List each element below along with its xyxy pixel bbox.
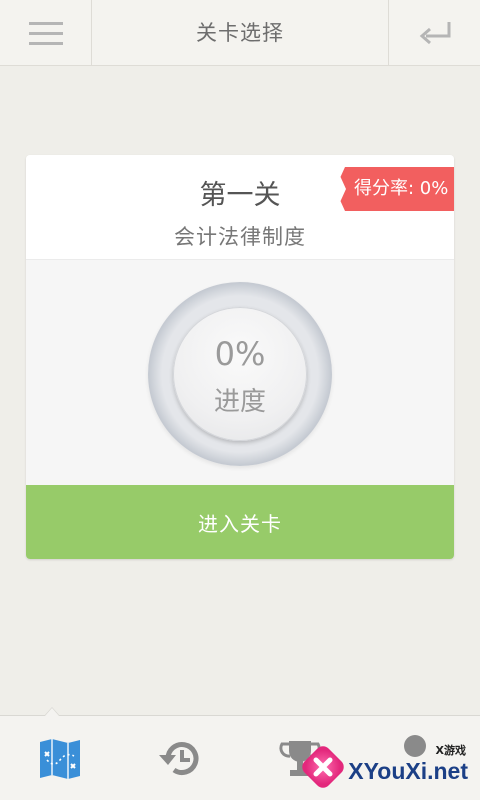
tab-history[interactable]: [120, 716, 240, 800]
tab-map[interactable]: [0, 716, 120, 800]
score-rate-label: 得分率: 0%: [354, 178, 449, 199]
progress-dial-inner: 0% 进度: [173, 307, 307, 441]
back-button[interactable]: [388, 0, 480, 66]
return-arrow-icon: [419, 22, 450, 45]
top-bar: 关卡选择: [0, 0, 480, 66]
level-card: 第一关 会计法律制度 得分率: 0% 0% 进度 进入关卡: [26, 155, 454, 559]
watermark-logo-icon: [302, 746, 344, 788]
active-tab-indicator: [44, 707, 60, 716]
level-subtitle: 会计法律制度: [174, 225, 306, 249]
map-icon: [40, 738, 80, 779]
score-rate-badge: 得分率: 0%: [335, 167, 454, 211]
watermark-url-text: XYouXi.net: [348, 758, 468, 784]
progress-label: 进度: [213, 387, 266, 417]
history-clock-icon: [159, 741, 199, 775]
progress-value: 0%: [214, 335, 266, 373]
level-card-header: 第一关 会计法律制度 得分率: 0%: [26, 155, 454, 260]
site-watermark: X游戏 XYouXi.net: [300, 728, 480, 796]
progress-dial: 0% 进度: [148, 282, 332, 466]
enter-level-button[interactable]: 进入关卡: [26, 485, 454, 559]
page-title: 关卡选择: [196, 21, 284, 45]
watermark-small-text: X游戏: [435, 744, 466, 757]
menu-button[interactable]: [0, 0, 92, 66]
hamburger-menu-icon: [28, 22, 63, 45]
